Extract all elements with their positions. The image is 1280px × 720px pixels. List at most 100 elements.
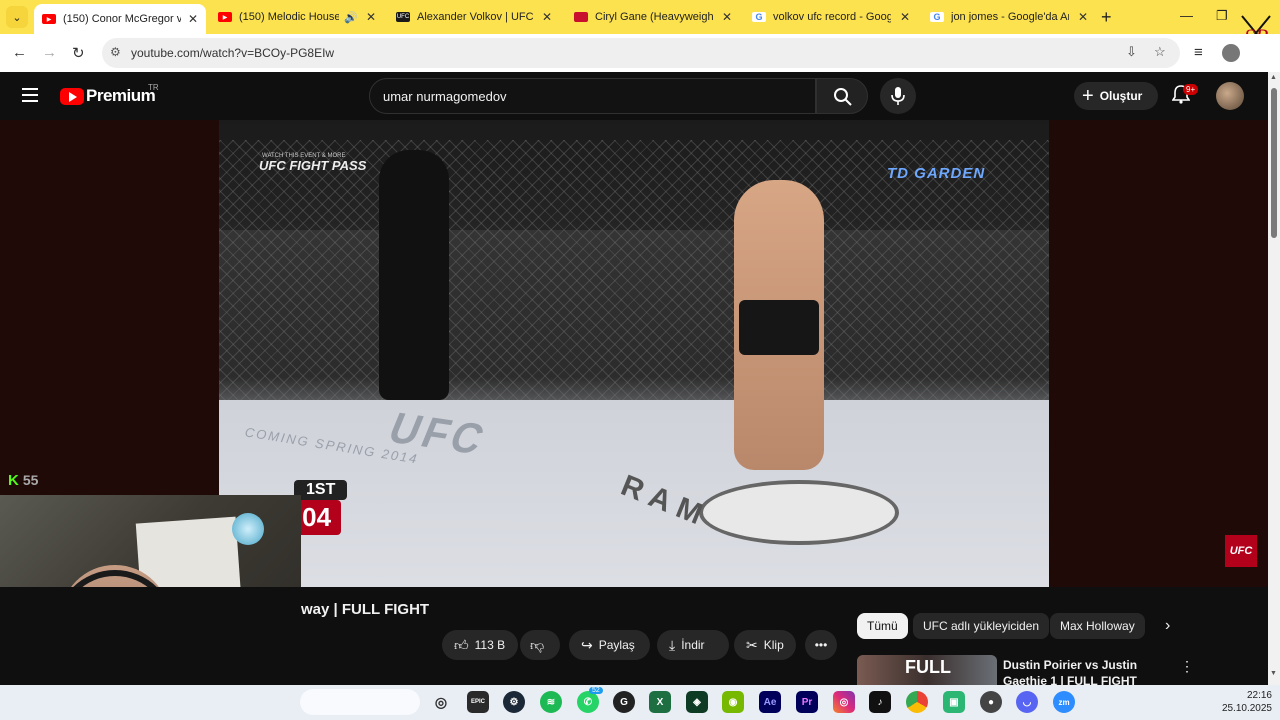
fight-pass-watermark: UFC FIGHT PASS (259, 158, 367, 173)
recommendation-title[interactable]: Dustin Poirier vs Justin Gaethje 1 | FUL… (1003, 657, 1173, 685)
video-cage (219, 140, 1049, 420)
restore-button[interactable]: ❐ (1216, 8, 1228, 24)
close-tab-icon[interactable]: ✕ (900, 10, 910, 24)
thumbnail-text: FULL (905, 657, 951, 677)
share-button[interactable]: ↪ Paylaş (569, 630, 650, 660)
ram-logo-icon (699, 480, 899, 545)
nvidia-icon[interactable]: ◉ (722, 691, 744, 713)
download-button[interactable]: ⤓ İndir (657, 630, 729, 660)
youtube-logo-icon[interactable] (60, 88, 84, 105)
create-label: Oluştur (1099, 89, 1143, 103)
tiktok-icon[interactable]: ♪ (869, 691, 891, 713)
scissors-icon: ✂ (746, 636, 758, 653)
minimize-button[interactable]: — (1180, 8, 1193, 23)
instagram-icon[interactable]: ◎ (833, 691, 855, 713)
account-avatar[interactable] (1216, 82, 1244, 110)
search-value[interactable]: umar nurmagomedov (383, 89, 507, 104)
taskbar-search[interactable] (300, 689, 420, 715)
url-text[interactable]: youtube.com/watch?v=BCOy-PG8EIw (131, 46, 334, 60)
scroll-up-icon[interactable]: ▲ (1270, 74, 1277, 81)
lamp-globe (232, 513, 264, 545)
browser-toolbar: ← → ↻ ⚙ youtube.com/watch?v=BCOy-PG8EIw … (0, 34, 1280, 72)
g-app-icon[interactable]: G (613, 691, 635, 713)
tab-ciryl-gane[interactable]: Ciryl Gane (Heavyweight) MMA ✕ (566, 4, 740, 30)
new-tab-button[interactable]: + (1101, 7, 1112, 28)
thumbs-down-icon: 👎︎ (530, 636, 545, 653)
microphone-icon (891, 87, 905, 105)
back-arrow-icon[interactable]: ← (12, 44, 27, 61)
site-info-icon[interactable]: ⚙ (110, 45, 121, 59)
tab-melodic-house[interactable]: ▶ (150) Melodic House D 🔊 ✕ (210, 4, 384, 30)
tab-search-dropdown-icon[interactable]: ⌄ (6, 6, 28, 28)
bookmark-star-icon[interactable]: ☆ (1154, 44, 1166, 60)
windows-taskbar: ◎ EPIC ⚙ ≋ ✆ 52 G X ◈ ◉ Ae Pr ◎ ♪ ▣ ● ◡ … (0, 685, 1280, 720)
whatsapp-badge: 52 (589, 687, 603, 694)
tab-title: (150) Conor McGregor vs Max (63, 13, 181, 25)
download-icon: ⤓ (669, 636, 676, 653)
epic-games-icon[interactable]: EPIC (467, 691, 489, 713)
close-tab-icon[interactable]: ✕ (366, 10, 376, 24)
install-app-icon[interactable]: ⇩ (1126, 44, 1137, 60)
forward-arrow-icon[interactable]: → (42, 44, 57, 61)
close-tab-icon[interactable]: ✕ (542, 10, 552, 24)
dislike-button[interactable]: 👎︎ (520, 630, 560, 660)
chrome-icon[interactable] (906, 691, 928, 713)
steam-icon[interactable]: ⚙ (503, 691, 525, 713)
more-actions-button[interactable]: ••• (805, 630, 837, 660)
page-scrollbar[interactable]: ▲ ▼ (1268, 72, 1280, 685)
close-tab-icon[interactable]: ✕ (722, 10, 732, 24)
scroll-down-icon[interactable]: ▼ (1270, 670, 1277, 677)
close-tab-icon[interactable]: ✕ (188, 12, 198, 26)
chip-from-uploader[interactable]: UFC adlı yükleyiciden (913, 613, 1050, 639)
chip-max-holloway[interactable]: Max Holloway (1050, 613, 1145, 639)
obs-icon[interactable]: ● (980, 691, 1002, 713)
chevron-right-icon[interactable]: › (1165, 617, 1170, 635)
whatsapp-icon[interactable]: ✆ (577, 691, 599, 713)
menu-icon[interactable] (22, 88, 38, 106)
ufc-favicon-icon: UFC (396, 12, 410, 22)
search-button[interactable] (816, 78, 868, 114)
sherdog-favicon-icon (574, 12, 588, 22)
create-button[interactable]: + Oluştur (1074, 82, 1158, 110)
spotify-icon[interactable]: ≋ (540, 691, 562, 713)
profile-avatar-icon[interactable] (1222, 44, 1240, 62)
close-tab-icon[interactable]: ✕ (1078, 10, 1088, 24)
excel-icon[interactable]: X (649, 691, 671, 713)
premiere-icon[interactable]: Pr (796, 691, 818, 713)
media-control-icon[interactable]: ≡ (1194, 44, 1203, 61)
system-clock[interactable]: 22:16 25.10.2025 (1216, 689, 1272, 715)
clip-label: Klip (763, 638, 784, 652)
mat-sponsor: RAM (616, 468, 715, 535)
voice-search-button[interactable] (880, 78, 916, 114)
video-player[interactable]: COMING SPRING 2014 UFC RAM WATCH THIS EV… (219, 120, 1049, 587)
more-icon: ••• (814, 638, 828, 652)
country-code: TR (148, 83, 159, 92)
chip-all[interactable]: Tümü (857, 613, 908, 639)
discord-icon[interactable]: ◡ (1016, 691, 1038, 713)
plus-icon: + (1082, 84, 1094, 107)
referee-figure (379, 150, 449, 400)
kick-viewer-count: 55 (22, 472, 39, 488)
tab-jon-jones[interactable]: G jon jomes - Google'da Ara ✕ (922, 4, 1096, 30)
reload-icon[interactable]: ↻ (72, 44, 85, 62)
zoom-icon[interactable]: zm (1053, 691, 1075, 713)
android-icon[interactable]: ▣ (943, 691, 965, 713)
search-input[interactable]: umar nurmagomedov (369, 78, 816, 114)
notification-badge: 9+ (1183, 84, 1199, 95)
recommendation-thumbnail[interactable]: FULL (857, 655, 997, 685)
youtube-brand[interactable]: Premium (86, 86, 156, 106)
kebab-menu-icon[interactable]: ⋮ (1180, 658, 1194, 675)
clip-button[interactable]: ✂ Klip (734, 630, 796, 660)
scrollbar-thumb[interactable] (1271, 88, 1277, 238)
browser-tab-strip: ⌄ ▶ (150) Conor McGregor vs Max ✕ ▶ (150… (0, 0, 1280, 51)
like-button[interactable]: 👍︎ 113 B (442, 630, 518, 660)
after-effects-icon[interactable]: Ae (759, 691, 781, 713)
tab-conor-mcgregor[interactable]: ▶ (150) Conor McGregor vs Max ✕ (34, 4, 206, 34)
nvidia-app-icon[interactable]: ◈ (686, 691, 708, 713)
address-bar[interactable]: ⚙ youtube.com/watch?v=BCOy-PG8EIw ⇩ ☆ (102, 38, 1180, 68)
share-arrow-icon: ↪ (581, 636, 593, 653)
tab-alexander-volkov[interactable]: UFC Alexander Volkov | UFC ✕ (388, 4, 560, 30)
speaker-icon[interactable]: 🔊 (344, 11, 358, 24)
taskview-icon[interactable]: ◎ (430, 691, 452, 713)
tab-volkov-record[interactable]: G volkov ufc record - Google ✕ (744, 4, 918, 30)
